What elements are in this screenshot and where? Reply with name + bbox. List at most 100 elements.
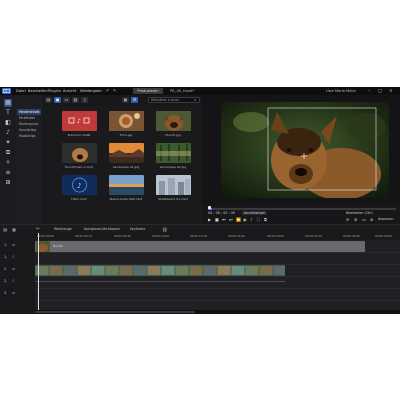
effects-room-icon[interactable]: ✦ <box>4 139 12 147</box>
media-thumb-food[interactable] <box>109 111 144 131</box>
fit-dropdown[interactable]: Anpassen <box>378 217 393 221</box>
video-track-icon: ▭ <box>12 243 16 247</box>
film-frame <box>217 265 231 275</box>
title-room-icon[interactable]: T <box>4 109 12 117</box>
split-icon[interactable]: ✂ <box>36 227 40 232</box>
track-header-video-1[interactable]: 1. ▭ <box>0 240 35 252</box>
rotate-icon[interactable]: ⟳ <box>346 217 349 222</box>
image-clip[interactable]: Hund1 <box>35 240 365 252</box>
category-item[interactable]: Musikklips <box>17 133 41 139</box>
fullscreen-icon[interactable]: ⛶ <box>257 217 260 222</box>
produce-button[interactable]: Produzieren <box>133 88 163 94</box>
play-icon[interactable]: ▶ <box>208 217 211 222</box>
film-frame <box>91 265 105 275</box>
track-header-video-2[interactable]: 2. ▭ <box>0 264 35 276</box>
snapshot-icon[interactable]: ◉ <box>243 217 247 222</box>
volume-icon[interactable]: ♪ <box>250 217 253 222</box>
zoom-icon[interactable]: ⊕ <box>370 217 373 222</box>
ruler-tick: 00;00;30;00 <box>375 233 393 238</box>
track-label: 2. <box>4 279 8 283</box>
track-row-video-3[interactable] <box>35 288 400 301</box>
pip-room-icon[interactable]: ⧉ <box>4 149 12 157</box>
track-header-video-3[interactable]: 3. ▭ <box>0 288 35 300</box>
chapter-room-icon[interactable]: ⊞ <box>4 179 12 187</box>
undo-icon[interactable]: ↶ <box>106 89 109 93</box>
media-label: Skateboard 01.mp4 <box>158 197 188 201</box>
video-track-icon: ▭ <box>12 267 16 271</box>
edit-mode-label[interactable]: Bearbeiten (Ctrl) <box>346 211 373 215</box>
media-room-icon[interactable]: ▦ <box>4 99 12 107</box>
library-search-input[interactable]: Bibliothek suchen <box>148 97 200 103</box>
aspect-icon[interactable]: ▭ <box>362 217 366 222</box>
redo-icon[interactable]: ↷ <box>113 89 116 93</box>
track-label: 3. <box>4 291 8 295</box>
video-editor-window: Datei Bearbeiten Plugins Ansicht Wiederg… <box>0 87 400 314</box>
close-icon[interactable]: × <box>389 88 393 93</box>
image-filter-icon[interactable]: ▨ <box>72 97 79 103</box>
media-thumb-sea[interactable] <box>109 175 144 195</box>
undock-icon[interactable]: ⧉ <box>264 217 267 222</box>
media-thumb-premium[interactable]: ♪ <box>62 111 97 131</box>
film-frame <box>49 265 63 275</box>
media-thumb-landscape2[interactable] <box>156 143 191 163</box>
storyboard-icon[interactable]: ▦ <box>12 227 16 232</box>
media-label: Landscape 01.jpg <box>112 165 140 169</box>
track-header-audio-2[interactable]: 2. ♪ <box>0 276 35 288</box>
list-view-icon[interactable]: ☰ <box>131 97 138 103</box>
grid-icon[interactable]: ⊞ <box>354 217 357 222</box>
menu-wiedergabe[interactable]: Wiedergabe <box>80 89 102 93</box>
view-mode-dropdown[interactable]: Ansichtsmod <box>242 211 267 215</box>
preview-controls: 00 ; 00 ; 00 ; 00 Ansichtsmod ▶ ■ ⏮ ⏭ ⏩ … <box>202 205 400 224</box>
maximize-icon[interactable]: □ <box>378 88 382 93</box>
menu-plugins[interactable]: Plugins <box>48 89 61 93</box>
timeline-scrollbar[interactable] <box>35 310 400 313</box>
preview-progress-bar[interactable] <box>208 208 396 210</box>
menu-ansicht[interactable]: Ansicht <box>63 89 76 93</box>
film-frame <box>119 265 133 275</box>
menu-datei[interactable]: Datei <box>16 89 26 93</box>
particle-room-icon[interactable]: ✧ <box>4 159 12 167</box>
media-thumb-landscape1[interactable] <box>109 143 144 163</box>
mixer-room-icon[interactable]: ≡ <box>4 169 12 177</box>
media-filter-all-icon[interactable]: ▣ <box>54 97 61 103</box>
user-name[interactable]: Uwe Maria Meier <box>326 89 356 93</box>
next-frame-icon[interactable]: ⏭ <box>229 217 233 222</box>
prev-frame-icon[interactable]: ⏮ <box>222 217 226 222</box>
tools-dropdown[interactable]: Werkzeuge <box>54 227 72 231</box>
stop-icon[interactable]: ■ <box>215 217 219 222</box>
media-label: Premium Inhalt <box>67 133 91 137</box>
project-title: PR_4K_Hund* <box>170 88 195 93</box>
search-icon[interactable]: ⌕ <box>194 97 196 102</box>
timeline-ruler[interactable]: 00;00;00;00 00;00;03;10 00;00;06;20 00;0… <box>35 233 400 240</box>
library-category-panel: Medieninhalt Farbfelder Hintergrund Soun… <box>16 95 42 224</box>
preview-video-frame[interactable] <box>221 102 389 198</box>
video-filter-icon[interactable]: ▭ <box>63 97 70 103</box>
preview-scrubber[interactable] <box>208 206 211 209</box>
media-thumb-audio[interactable]: ♪ <box>62 175 97 195</box>
transition-room-icon[interactable]: ◧ <box>4 119 12 127</box>
fix-enhance-button[interactable]: Korrigieren/Verbessern <box>84 227 120 231</box>
audio-waveform-empty <box>35 281 285 282</box>
video-clip[interactable] <box>35 264 285 276</box>
minimize-icon[interactable]: – <box>368 88 370 93</box>
timeline-playhead[interactable] <box>38 233 39 311</box>
grid-view-icon[interactable]: ▦ <box>122 97 129 103</box>
track-manager-icon[interactable]: ▤ <box>3 227 7 232</box>
media-thumb-dog[interactable] <box>156 111 191 131</box>
ruler-tick: 00;00;26;20 <box>343 233 361 238</box>
import-icon[interactable]: ▤ <box>45 97 52 103</box>
keyframe-button[interactable]: Keyframe <box>130 227 145 231</box>
media-thumb-skateboard[interactable] <box>156 175 191 195</box>
ruler-tick: 00;00;06;20 <box>114 233 132 238</box>
ruler-tick: 00;00;03;10 <box>75 233 93 238</box>
fast-forward-icon[interactable]: ⏩ <box>236 217 241 222</box>
audio-room-icon[interactable]: ♪ <box>4 129 12 137</box>
svg-text:♪: ♪ <box>77 182 81 190</box>
audio-filter-icon[interactable]: ♫ <box>81 97 88 103</box>
menu-bearbeiten[interactable]: Bearbeiten <box>28 89 48 93</box>
ruler-tick: 00;00;13;10 <box>190 233 208 238</box>
film-frame <box>273 265 285 275</box>
track-header-audio-1[interactable]: 1. ♪ <box>0 252 35 264</box>
media-thumb-dog-video[interactable] <box>62 143 97 163</box>
film-frame <box>63 265 77 275</box>
